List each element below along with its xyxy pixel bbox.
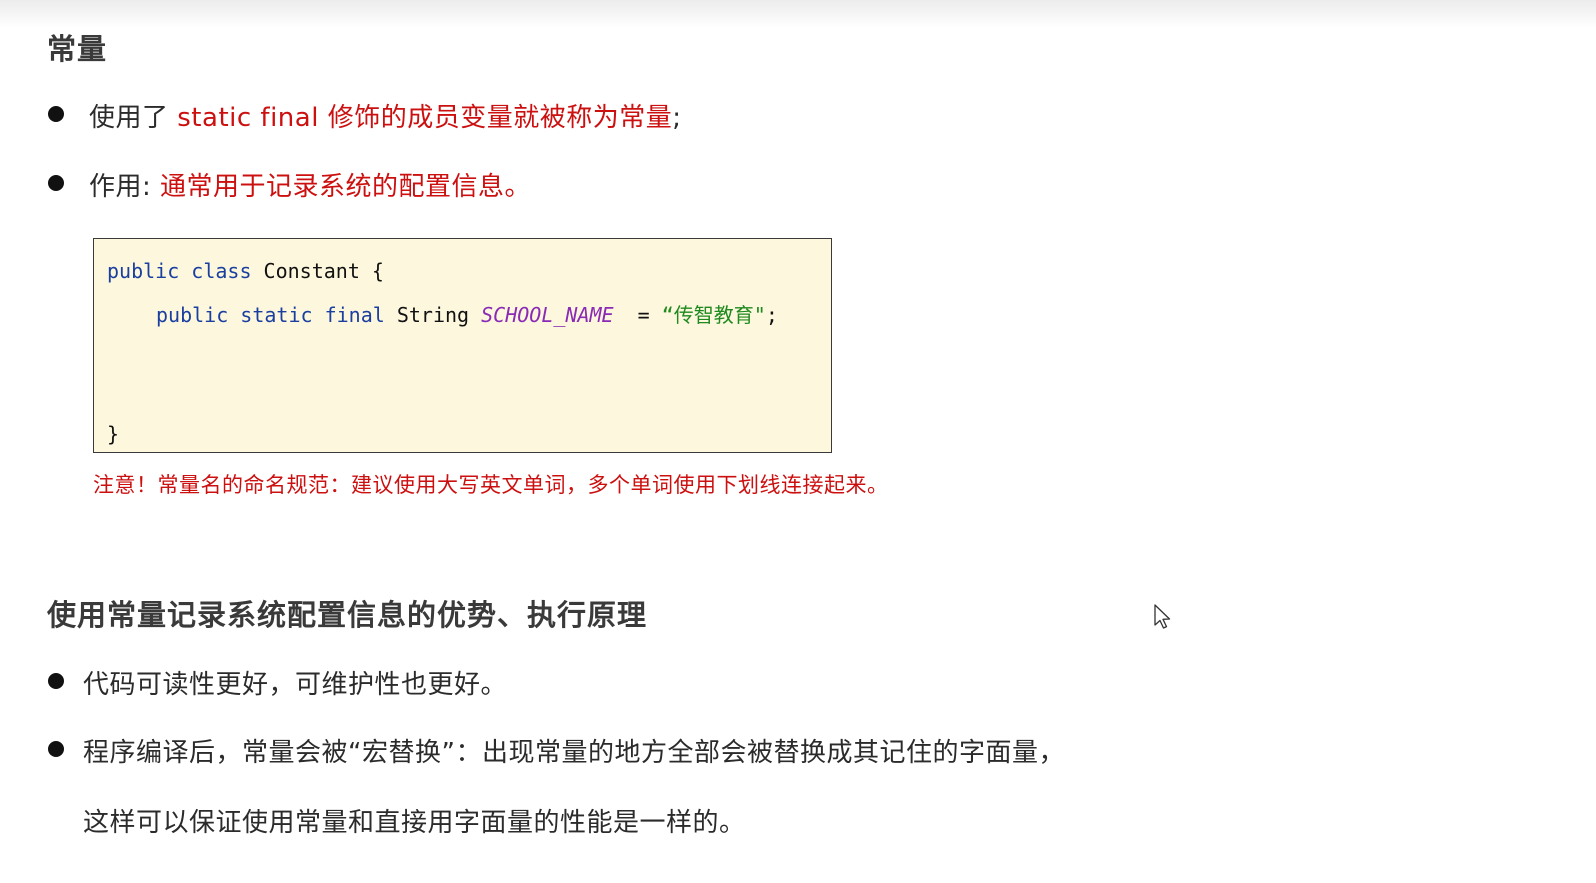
bullet-dot <box>48 741 64 757</box>
bullet-macro-replace: 程序编译后，常量会被“宏替换”：出现常量的地方全部会被替换成其记住的字面量， <box>83 738 1065 768</box>
bullet-definition-suffix: ; <box>672 103 682 133</box>
code-line-close-brace: } <box>107 422 120 446</box>
code-assign: = <box>613 303 662 327</box>
mouse-cursor-icon <box>1154 604 1171 629</box>
bullet-definition-prefix: 使用了 <box>89 103 178 133</box>
naming-note: 注意！常量名的命名规范：建议使用大写英文单词，多个单词使用下划线连接起来。 <box>93 473 889 497</box>
code-line-class-decl: public class Constant { <box>107 259 384 283</box>
bullet-readability: 代码可读性更好，可维护性也更好。 <box>83 670 508 700</box>
code-keyword: class <box>191 259 252 283</box>
bullet-dot <box>48 673 64 689</box>
section-title-advantages: 使用常量记录系统配置信息的优势、执行原理 <box>47 598 648 632</box>
code-type: String <box>384 303 482 327</box>
code-keyword: public <box>156 303 229 327</box>
code-string-value: “传智教育" <box>661 303 766 327</box>
bullet-purpose: 作用: 通常用于记录系统的配置信息。 <box>89 166 531 203</box>
code-semicolon: ; <box>765 303 778 327</box>
code-line-field-decl: public static final String SCHOOL_NAME =… <box>156 299 778 328</box>
code-keyword: final <box>324 303 385 327</box>
code-keyword: static <box>240 303 313 327</box>
bullet-definition: 使用了 static final 修饰的成员变量就被称为常量; <box>89 97 681 134</box>
bullet-dot <box>48 175 64 191</box>
code-keyword: public <box>107 259 180 283</box>
bullet-dot <box>48 106 64 122</box>
bullet-definition-highlight: static final 修饰的成员变量就被称为常量 <box>177 103 673 133</box>
bullet-purpose-highlight: 通常用于记录系统的配置信息。 <box>160 172 532 202</box>
section-title-constants: 常量 <box>47 32 108 66</box>
bullet-macro-replace-continued: 这样可以保证使用常量和直接用字面量的性能是一样的。 <box>83 808 746 838</box>
bullet-purpose-prefix: 作用: <box>89 172 161 202</box>
code-block: public class Constant { public static fi… <box>93 238 832 453</box>
top-bar <box>0 0 1596 28</box>
code-constant-name: SCHOOL_NAME <box>481 303 614 327</box>
code-class-name: Constant { <box>251 259 384 283</box>
